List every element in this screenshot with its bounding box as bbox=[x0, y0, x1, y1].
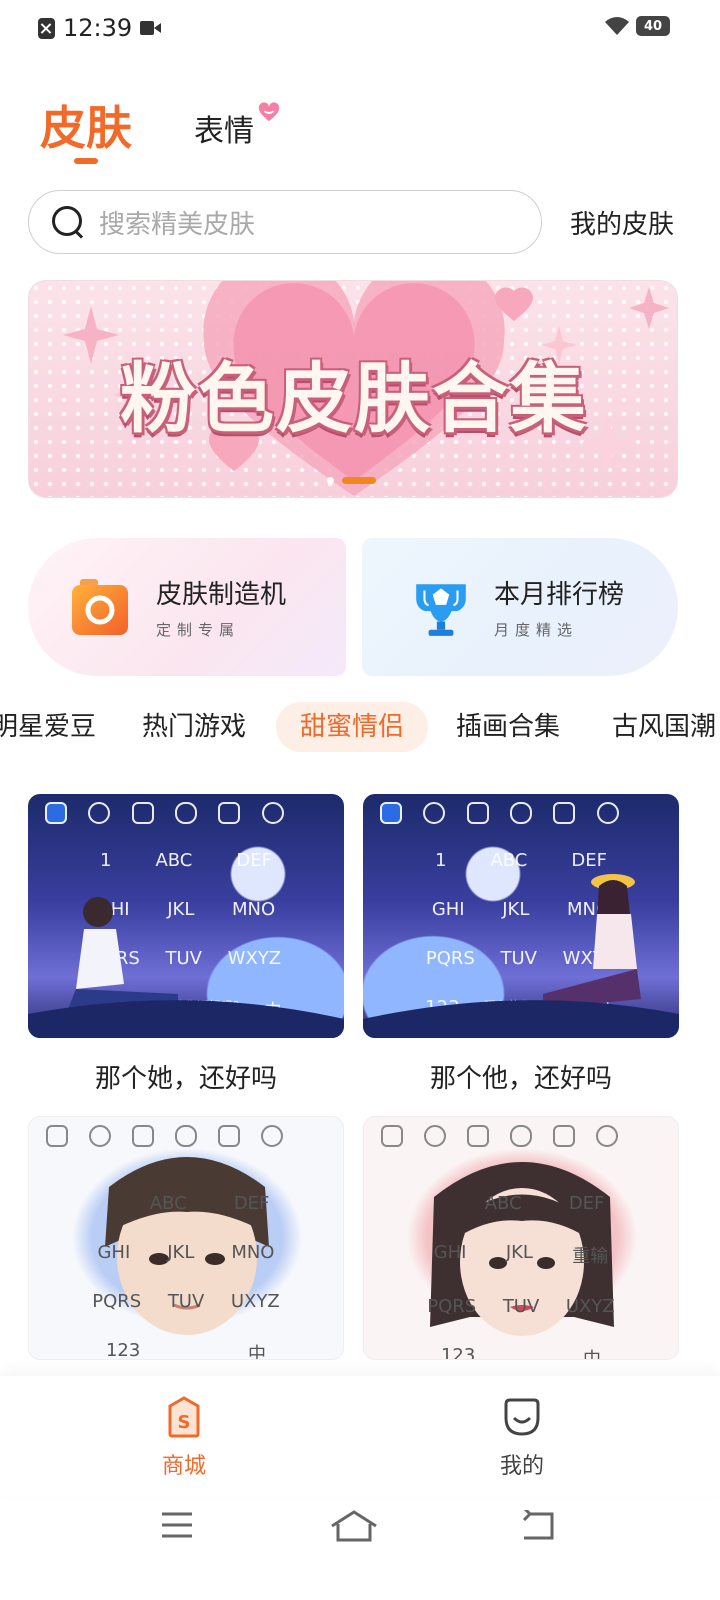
skin-item[interactable]: ABC DEF GHI JKL 重输 PQRS TUV UXYZ 123 中 bbox=[363, 1116, 679, 1360]
category-tab[interactable]: 热门游戏 bbox=[142, 702, 246, 752]
pagination-dot-active bbox=[342, 477, 376, 484]
store-bag-icon: S bbox=[168, 1396, 200, 1438]
trophy-icon bbox=[416, 584, 466, 636]
nav-mine-label: 我的 bbox=[499, 1454, 544, 1479]
bottom-navigation: S 商城 我的 bbox=[0, 1376, 720, 1496]
skin-maker-card[interactable]: 皮肤制造机 定制专属 bbox=[28, 538, 346, 676]
keyboard-keys: ABC DEF GHI JKL MNO PQRS TUV UXYZ 123 中 bbox=[92, 1193, 280, 1360]
nav-store-label: 商城 bbox=[161, 1454, 206, 1479]
notification-dismiss-icon bbox=[38, 17, 55, 39]
skin-preview: ABC DEF GHI JKL 重输 PQRS TUV UXYZ 123 中 bbox=[363, 1116, 679, 1360]
nav-store[interactable]: S 商城 bbox=[124, 1396, 244, 1480]
battery-indicator: 40 bbox=[636, 16, 670, 36]
search-placeholder: 搜索精美皮肤 bbox=[99, 209, 256, 240]
promo-banner[interactable]: 粉色皮肤合集 bbox=[28, 280, 678, 498]
card-subtitle: 定制专属 bbox=[156, 621, 241, 639]
category-tabs: 明星爱豆 热门游戏 甜蜜情侣 插画合集 古风国潮 bbox=[0, 702, 720, 754]
banner-pagination bbox=[327, 477, 376, 484]
back-icon[interactable] bbox=[520, 1510, 556, 1540]
system-navigation-bar bbox=[0, 1496, 720, 1600]
nav-mine[interactable]: 我的 bbox=[462, 1396, 582, 1480]
my-skin-link[interactable]: 我的皮肤 bbox=[570, 204, 674, 241]
category-tab[interactable]: 明星爱豆 bbox=[0, 702, 96, 752]
skin-item[interactable]: 1ABCDEF GHIJKLMNO PQRSTUVWXYZ 123现在的你还好吗… bbox=[363, 794, 679, 1095]
heart-icon bbox=[258, 102, 280, 122]
profile-face-icon bbox=[504, 1398, 540, 1436]
tab-emoji[interactable]: 表情 bbox=[194, 102, 280, 160]
category-tab[interactable]: 古风国潮 bbox=[612, 702, 716, 752]
skin-item[interactable]: ABC DEF GHI JKL MNO PQRS TUV UXYZ 123 中 bbox=[28, 1116, 344, 1360]
video-camera-icon bbox=[140, 20, 162, 36]
skin-caption: 那个她，还好吗 bbox=[94, 1064, 277, 1094]
tab-skin[interactable]: 皮肤 bbox=[40, 96, 132, 164]
search-input[interactable]: 搜索精美皮肤 bbox=[28, 190, 542, 254]
keyboard-toolbar bbox=[29, 1125, 343, 1147]
home-icon[interactable] bbox=[330, 1510, 378, 1542]
active-tab-indicator bbox=[74, 158, 98, 164]
card-title: 皮肤制造机 bbox=[156, 580, 287, 610]
monthly-ranking-card[interactable]: 本月排行榜 月度精选 bbox=[362, 538, 678, 676]
skin-preview: ABC DEF GHI JKL MNO PQRS TUV UXYZ 123 中 bbox=[28, 1116, 344, 1360]
category-tab-active[interactable]: 甜蜜情侣 bbox=[276, 702, 429, 752]
wifi-icon bbox=[605, 17, 629, 35]
skin-preview: 1ABCDEF GHIJKLMNO PQRSTUVWXYZ 123现在的你还好吗… bbox=[363, 794, 679, 1038]
skin-preview: 1ABCDEF GHIJKLMNO PQRSTUVWXYZ 123现在的你还好吗… bbox=[28, 794, 344, 1038]
menu-icon[interactable] bbox=[160, 1510, 194, 1540]
skin-caption: 那个他，还好吗 bbox=[429, 1064, 612, 1094]
card-title: 本月排行榜 bbox=[494, 580, 625, 610]
category-tab[interactable]: 插画合集 bbox=[456, 702, 560, 752]
banner-title: 粉色皮肤合集 bbox=[120, 354, 588, 443]
svg-text:S: S bbox=[178, 1412, 191, 1433]
card-subtitle: 月度精选 bbox=[494, 621, 579, 639]
search-icon bbox=[51, 205, 85, 239]
pagination-dot bbox=[327, 477, 334, 484]
girl-silhouette-illustration bbox=[363, 874, 679, 1038]
tab-skin-label: 皮肤 bbox=[40, 101, 132, 155]
keyboard-toolbar bbox=[364, 1125, 678, 1147]
boy-silhouette-illustration bbox=[28, 897, 344, 1038]
keyboard-keys: ABC DEF GHI JKL 重输 PQRS TUV UXYZ 123 中 bbox=[427, 1193, 615, 1360]
skin-item[interactable]: 1ABCDEF GHIJKLMNO PQRSTUVWXYZ 123现在的你还好吗… bbox=[28, 794, 344, 1095]
status-time: 12:39 bbox=[63, 14, 133, 42]
tab-emoji-label: 表情 bbox=[194, 114, 254, 149]
status-bar: 12:39 40 bbox=[0, 0, 720, 58]
camera-icon bbox=[72, 579, 128, 635]
top-tabs: 皮肤 表情 bbox=[40, 96, 280, 164]
